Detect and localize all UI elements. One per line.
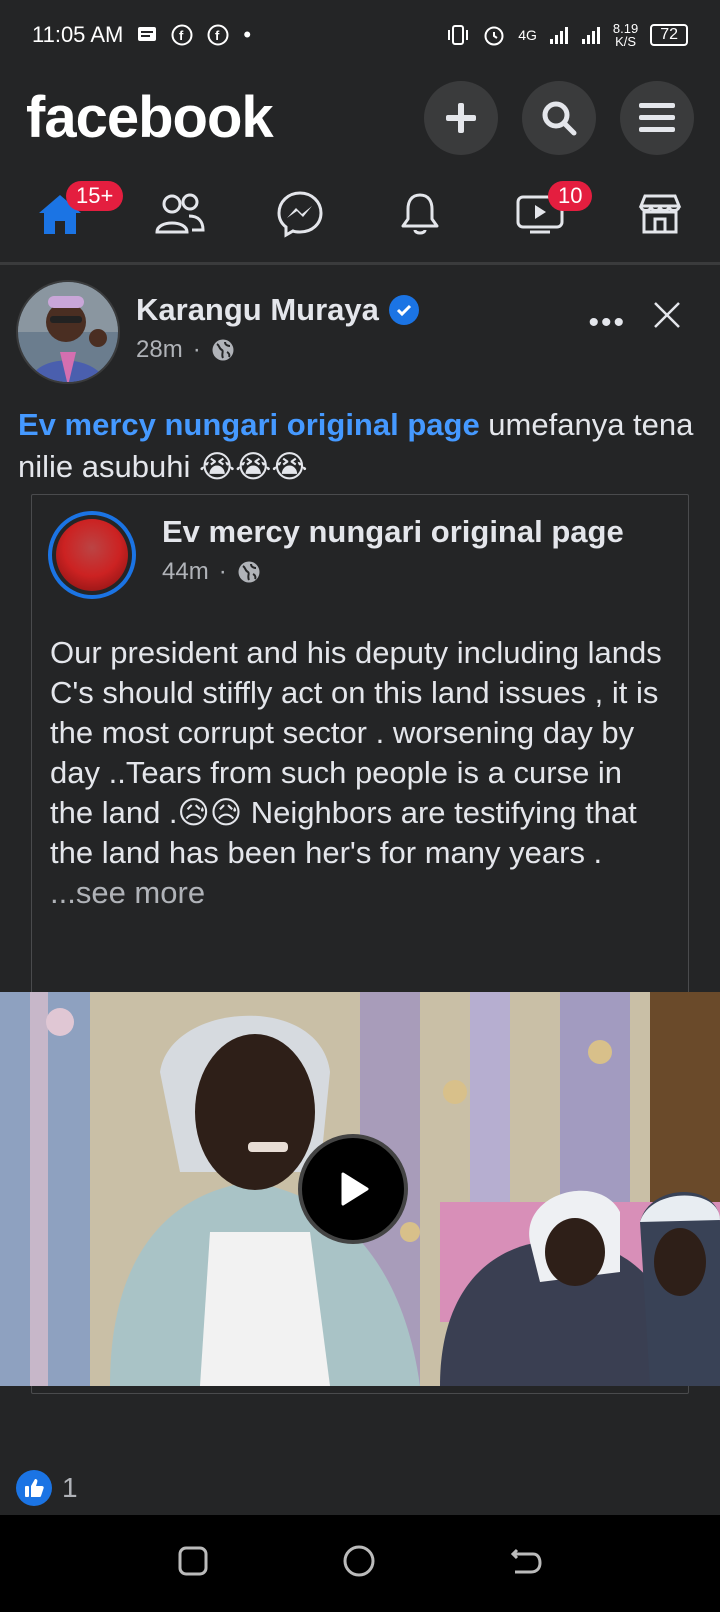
signal-icon: [581, 25, 601, 45]
message-icon: [137, 26, 157, 44]
post-caption: Ev mercy nungari original page umefanya …: [0, 392, 720, 488]
shared-post-time[interactable]: 44m: [162, 558, 209, 586]
more-options-button[interactable]: •••: [588, 306, 626, 340]
battery-indicator: 72: [650, 24, 688, 46]
marketplace-icon: [638, 194, 682, 233]
globe-icon: [238, 561, 260, 583]
system-navigation-bar: [0, 1515, 720, 1612]
square-icon: [178, 1546, 208, 1576]
globe-icon: [212, 339, 234, 361]
dot-indicator-icon: •: [243, 22, 252, 47]
close-icon: [654, 302, 680, 328]
author-avatar[interactable]: [16, 280, 120, 384]
back-button[interactable]: [509, 1546, 543, 1581]
plus-icon: [446, 102, 476, 133]
messenger-icon: [277, 190, 323, 238]
search-button[interactable]: [522, 80, 596, 155]
facebook-logo[interactable]: facebook: [26, 84, 274, 151]
author-name[interactable]: Karangu Muraya: [136, 292, 379, 328]
feed-post: Karangu Muraya 28m · ••• Ev mercy nungar…: [0, 272, 720, 1394]
tab-messenger[interactable]: [260, 179, 340, 249]
meta-separator: ·: [218, 558, 227, 585]
status-bar: 11:05 AM f f • 4G 8.19 K/S 72: [0, 0, 720, 70]
menu-button[interactable]: [620, 80, 694, 155]
shared-post-text: Our president and his deputy including l…: [32, 599, 688, 913]
menu-icon: [639, 102, 675, 132]
home-system-button[interactable]: [342, 1544, 376, 1583]
tab-notifications[interactable]: [380, 179, 460, 249]
shared-post-header: Ev mercy nungari original page 44m ·: [32, 495, 688, 599]
home-badge: 15+: [66, 180, 124, 211]
status-time: 11:05 AM: [32, 22, 124, 47]
hide-post-button[interactable]: [652, 300, 682, 335]
verified-badge-icon: [388, 295, 419, 325]
video-player[interactable]: [0, 992, 720, 1386]
bell-icon: [401, 193, 439, 234]
like-count: 1: [62, 1472, 78, 1503]
app-header: facebook: [0, 70, 720, 165]
create-button[interactable]: [424, 80, 498, 155]
friends-icon: [155, 193, 205, 233]
data-speed: 8.19 K/S: [612, 21, 639, 49]
search-icon: [542, 101, 577, 135]
circle-icon: [343, 1545, 375, 1577]
see-more-link[interactable]: ...see more: [50, 875, 205, 910]
play-button[interactable]: [298, 1134, 408, 1244]
like-reaction-icon: [16, 1470, 52, 1506]
svg-text:f: f: [179, 28, 184, 43]
alarm-icon: [482, 23, 506, 47]
tab-home[interactable]: 15+: [20, 179, 124, 249]
vibrate-icon: [446, 24, 470, 46]
tab-friends[interactable]: [140, 179, 220, 249]
tab-watch[interactable]: 10: [500, 179, 593, 249]
recent-apps-button[interactable]: [177, 1545, 209, 1582]
post-header: Karangu Muraya 28m · •••: [0, 272, 720, 392]
shared-author-name[interactable]: Ev mercy nungari original page: [162, 514, 624, 550]
tab-bar: 15+ 10: [0, 165, 720, 265]
facebook-notification-icon: f: [171, 24, 193, 46]
back-arrow-icon: [511, 1548, 542, 1574]
mentioned-page-link[interactable]: Ev mercy nungari original page: [18, 407, 480, 442]
video-badge: 10: [548, 180, 593, 211]
tab-marketplace[interactable]: [620, 179, 700, 249]
facebook-notification-icon: f: [207, 24, 229, 46]
network-type: 4G: [518, 27, 537, 43]
reaction-summary[interactable]: 1: [16, 1470, 78, 1506]
meta-separator: ·: [192, 336, 201, 363]
post-time[interactable]: 28m: [136, 336, 183, 364]
signal-icon: [549, 25, 569, 45]
shared-author-avatar[interactable]: [48, 511, 136, 599]
svg-text:f: f: [215, 28, 220, 43]
play-icon: [341, 1172, 369, 1206]
shared-post-body: Our president and his deputy including l…: [50, 635, 662, 870]
